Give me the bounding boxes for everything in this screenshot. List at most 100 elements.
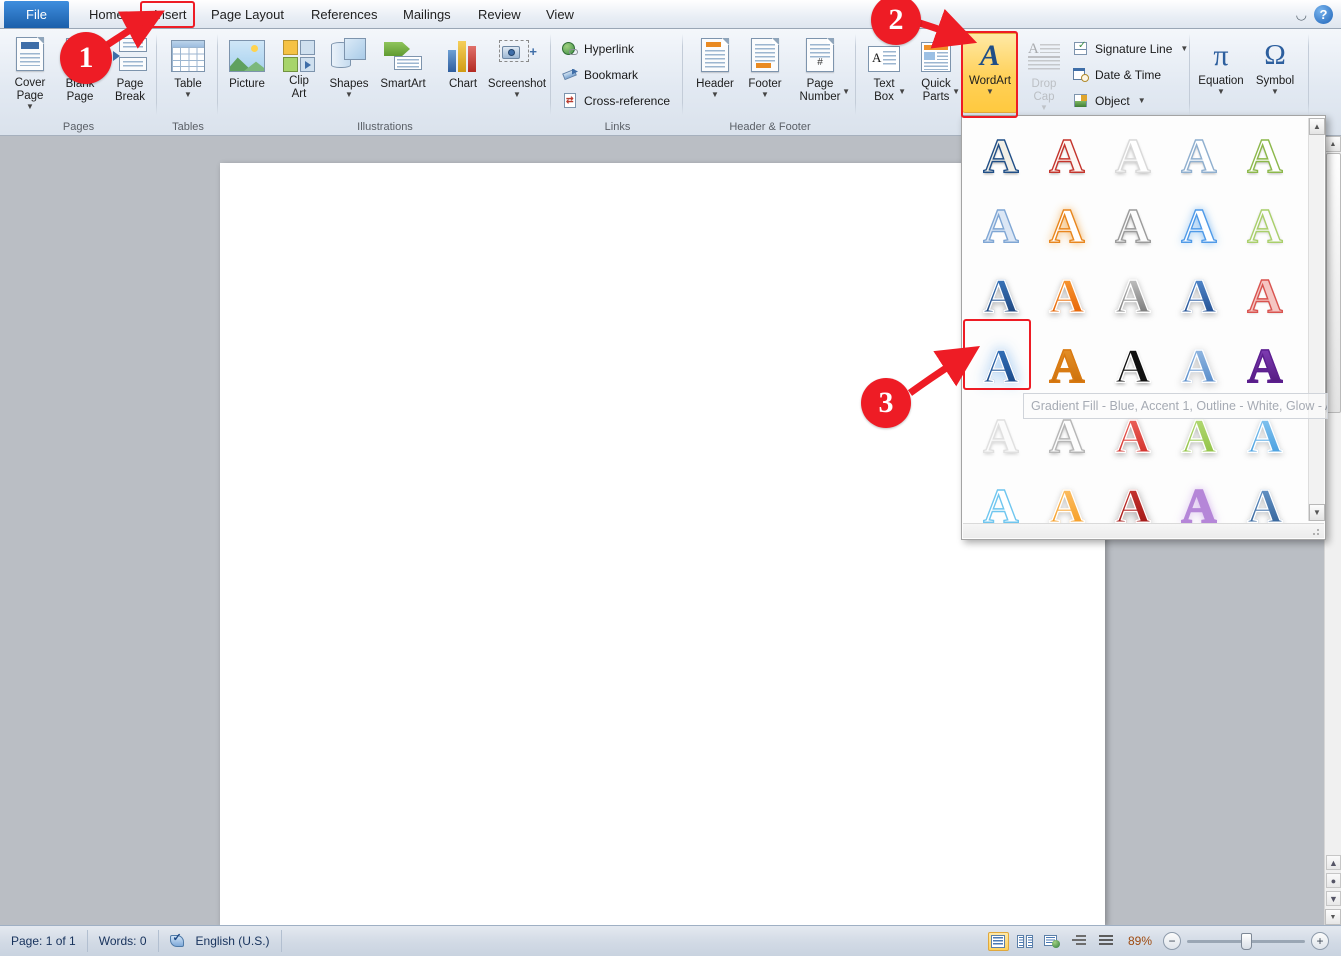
chevron-down-icon[interactable]: ▼: [963, 88, 1017, 96]
wordart-style-15[interactable]: A: [968, 330, 1034, 400]
full-screen-reading-view-button[interactable]: [1015, 932, 1036, 951]
cross-reference-button[interactable]: ⇄ Cross-reference: [559, 88, 673, 113]
wordart-style-16[interactable]: A: [1034, 330, 1100, 400]
quick-parts-icon: [921, 34, 951, 72]
previous-page-button[interactable]: ▲: [1326, 855, 1341, 870]
word-count[interactable]: Words: 0: [88, 930, 159, 952]
tab-page-layout[interactable]: Page Layout: [200, 1, 295, 28]
wordart-style-12[interactable]: A: [1100, 260, 1166, 330]
wordart-style-10[interactable]: A: [968, 260, 1034, 330]
equation-button[interactable]: π Equation ▼: [1193, 33, 1249, 113]
zoom-out-button[interactable]: −: [1163, 932, 1181, 950]
draft-view-button[interactable]: [1096, 932, 1117, 951]
cover-page-button[interactable]: Cover Page ▼: [2, 33, 58, 113]
print-layout-view-button[interactable]: [988, 932, 1009, 951]
gallery-scroll-up-button[interactable]: ▲: [1309, 118, 1325, 135]
table-button[interactable]: Table ▼: [160, 33, 216, 113]
tab-home[interactable]: Home: [78, 1, 135, 28]
tab-file[interactable]: File: [4, 1, 69, 28]
chevron-down-icon[interactable]: ▼: [322, 91, 376, 99]
smartart-icon: [384, 34, 422, 72]
symbol-button[interactable]: Ω Symbol ▼: [1247, 33, 1303, 113]
chevron-down-icon[interactable]: ▼: [161, 91, 215, 99]
chevron-down-icon[interactable]: ▼: [688, 91, 742, 99]
tab-review[interactable]: Review: [467, 1, 532, 28]
wordart-style-1[interactable]: A: [1034, 120, 1100, 190]
wordart-style-grid: AAAAAAAAAAAAAAAAAAAAAAAAAAAAAA: [968, 120, 1298, 518]
wordart-style-9[interactable]: A: [1232, 190, 1298, 260]
scroll-thumb[interactable]: [1326, 153, 1341, 413]
signature-line-button[interactable]: ✓ Signature Line ▼: [1070, 36, 1191, 61]
wordart-style-18[interactable]: A: [1166, 330, 1232, 400]
wordart-style-tooltip: Gradient Fill - Blue, Accent 1, Outline …: [1023, 393, 1328, 419]
minimize-ribbon-icon[interactable]: ◡: [1296, 7, 1307, 23]
hyperlink-button[interactable]: Hyperlink: [559, 36, 637, 61]
help-icon[interactable]: ?: [1314, 5, 1333, 24]
wordart-style-13[interactable]: A: [1166, 260, 1232, 330]
bookmark-button[interactable]: Bookmark: [559, 62, 641, 87]
blank-page-label: Blank Page: [53, 78, 107, 104]
page-break-button[interactable]: Page Break: [102, 33, 158, 113]
page-number-button[interactable]: # Page Number ▼: [787, 33, 853, 113]
scroll-up-button[interactable]: ▲: [1325, 136, 1341, 152]
chevron-down-icon[interactable]: ▼: [738, 91, 792, 99]
quick-parts-button[interactable]: Quick Parts ▼: [910, 33, 962, 113]
blank-page-button[interactable]: Blank Page: [52, 33, 108, 113]
tab-view[interactable]: View: [535, 1, 585, 28]
wordart-style-19[interactable]: A: [1232, 330, 1298, 400]
page-info[interactable]: Page: 1 of 1: [0, 930, 88, 952]
next-page-button[interactable]: ▼: [1326, 891, 1341, 906]
date-time-button[interactable]: Date & Time: [1070, 62, 1164, 87]
chevron-down-icon[interactable]: ▼: [952, 88, 960, 96]
vertical-scrollbar[interactable]: ▲ ▲ ● ▼ ▼: [1324, 136, 1341, 925]
zoom-slider-track[interactable]: [1187, 940, 1305, 943]
wordart-style-11[interactable]: A: [1034, 260, 1100, 330]
header-button[interactable]: Header ▼: [687, 33, 743, 113]
wordart-style-preview: A: [1049, 341, 1084, 390]
chart-button[interactable]: Chart: [435, 33, 491, 113]
scroll-down-button[interactable]: ▼: [1325, 909, 1341, 925]
wordart-style-4[interactable]: A: [1232, 120, 1298, 190]
wordart-button[interactable]: A WordArt ▼: [962, 33, 1018, 113]
zoom-in-button[interactable]: +: [1311, 932, 1329, 950]
wordart-style-2[interactable]: A: [1100, 120, 1166, 190]
chevron-down-icon[interactable]: ▼: [898, 88, 906, 96]
text-box-button[interactable]: A Text Box ▼: [860, 33, 908, 113]
clip-art-button[interactable]: Clip Art: [271, 33, 327, 113]
proofing-status[interactable]: ✓ English (U.S.): [159, 930, 282, 952]
shapes-button[interactable]: Shapes ▼: [321, 33, 377, 113]
screenshot-button[interactable]: + Screenshot ▼: [485, 33, 549, 113]
wordart-style-0[interactable]: A: [968, 120, 1034, 190]
object-button[interactable]: Object ▼: [1070, 88, 1149, 113]
wordart-style-3[interactable]: A: [1166, 120, 1232, 190]
picture-button[interactable]: Picture: [219, 33, 275, 113]
chevron-down-icon[interactable]: ▼: [1248, 88, 1302, 96]
resize-grip-icon[interactable]: [1312, 527, 1321, 536]
wordart-gallery-dropdown[interactable]: AAAAAAAAAAAAAAAAAAAAAAAAAAAAAA ▲ ▼ Gradi…: [961, 115, 1326, 540]
tab-insert[interactable]: Insert: [143, 1, 198, 28]
tab-mailings[interactable]: Mailings: [392, 1, 462, 28]
wordart-style-14[interactable]: A: [1232, 260, 1298, 330]
gallery-scroll-down-button[interactable]: ▼: [1309, 504, 1325, 521]
wordart-style-17[interactable]: A: [1100, 330, 1166, 400]
chevron-down-icon[interactable]: ▼: [1138, 97, 1146, 105]
wordart-style-5[interactable]: A: [968, 190, 1034, 260]
gallery-scrollbar[interactable]: ▲ ▼: [1308, 118, 1324, 521]
wordart-style-7[interactable]: A: [1100, 190, 1166, 260]
footer-button[interactable]: Footer ▼: [737, 33, 793, 113]
outline-view-button[interactable]: [1069, 932, 1090, 951]
chevron-down-icon[interactable]: ▼: [3, 103, 57, 111]
smartart-button[interactable]: SmartArt: [371, 33, 435, 113]
select-browse-object-button[interactable]: ●: [1326, 873, 1341, 888]
chevron-down-icon[interactable]: ▼: [1180, 45, 1188, 53]
wordart-style-6[interactable]: A: [1034, 190, 1100, 260]
chevron-down-icon[interactable]: ▼: [486, 91, 548, 99]
zoom-level[interactable]: 89%: [1123, 934, 1157, 948]
chevron-down-icon[interactable]: ▼: [1194, 88, 1248, 96]
web-layout-view-button[interactable]: [1042, 932, 1063, 951]
tab-references[interactable]: References: [300, 1, 388, 28]
zoom-slider-thumb[interactable]: [1241, 933, 1252, 950]
page-break-label: Page Break: [103, 78, 157, 104]
wordart-style-8[interactable]: A: [1166, 190, 1232, 260]
chevron-down-icon[interactable]: ▼: [842, 88, 850, 96]
